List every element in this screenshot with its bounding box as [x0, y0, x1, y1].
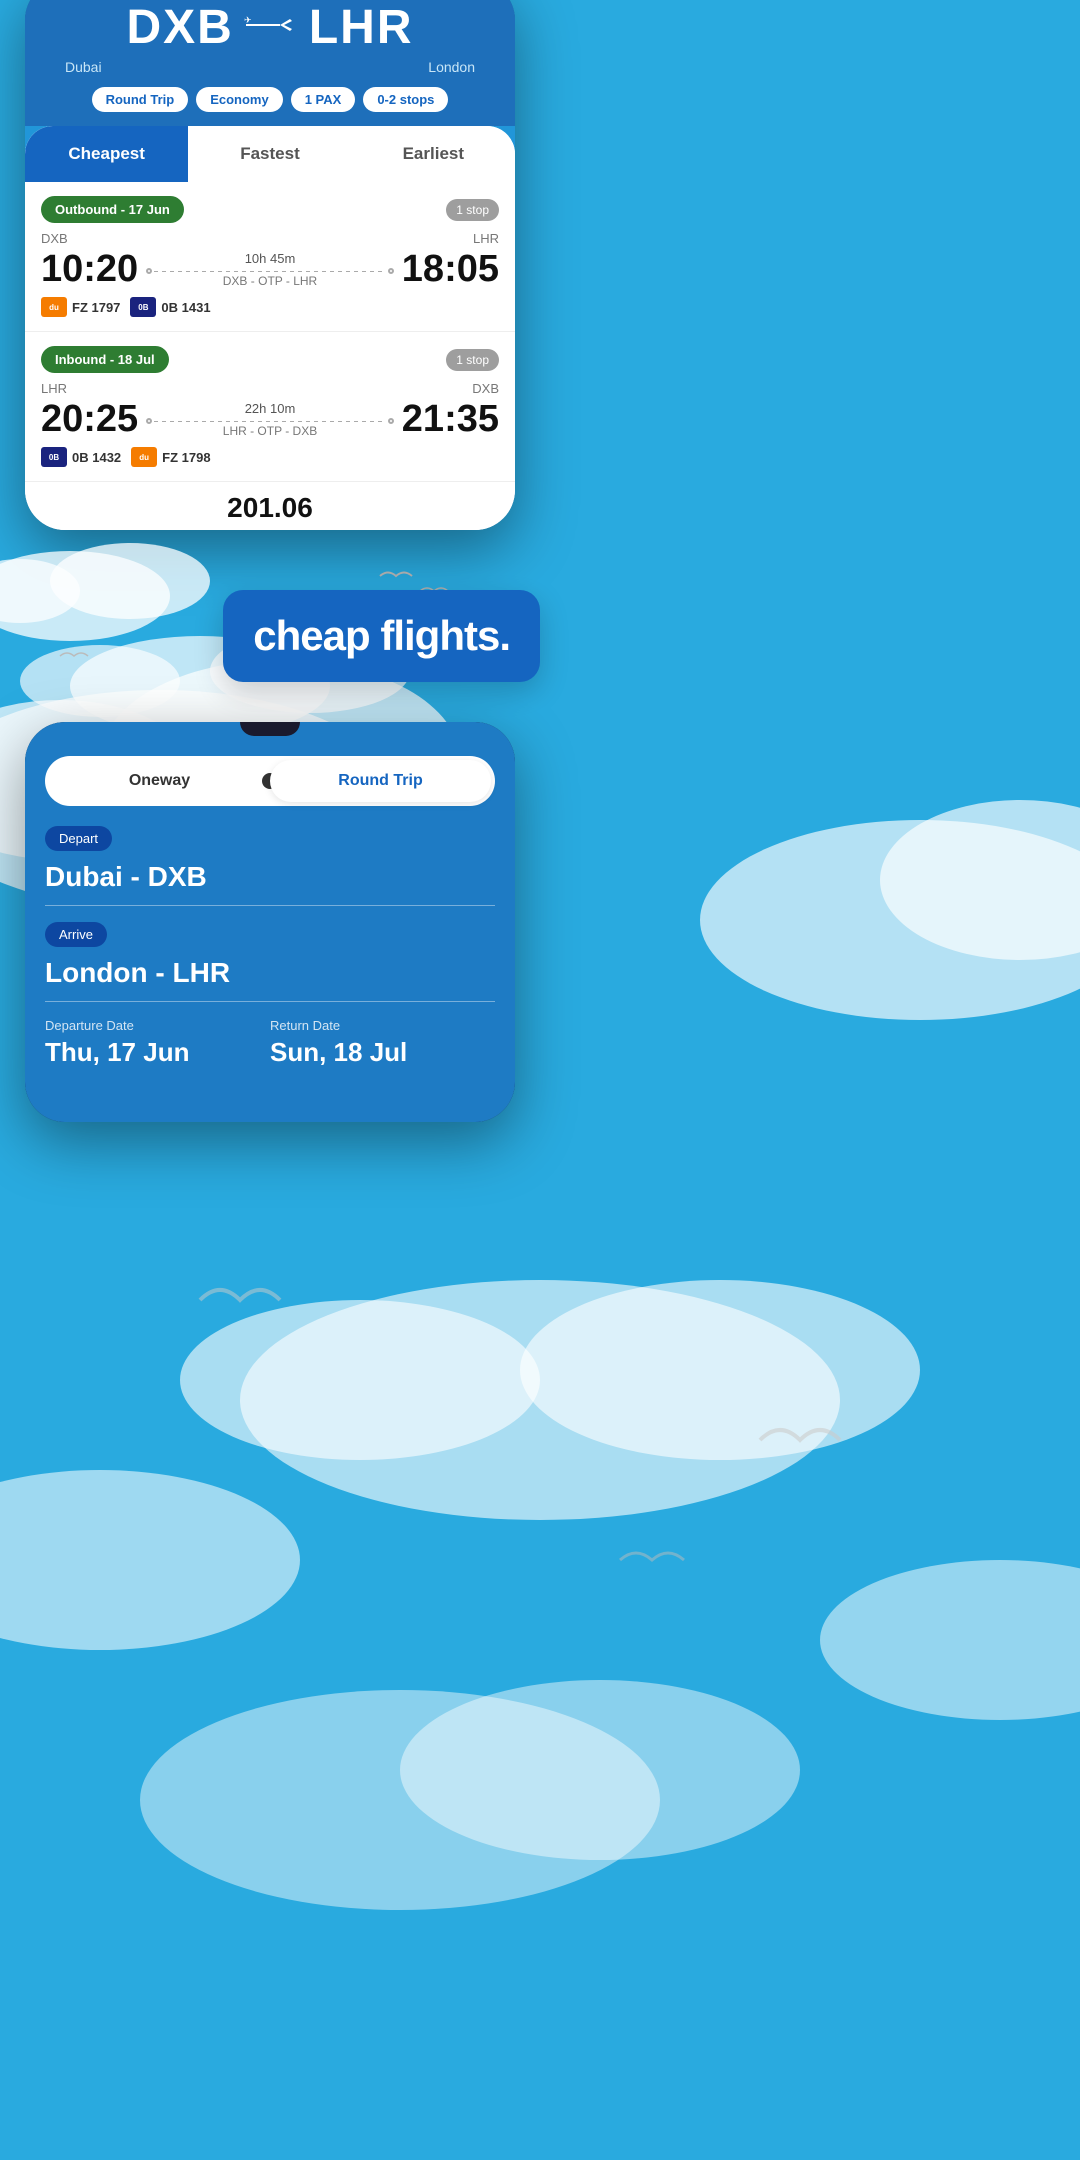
- oneway-option[interactable]: Oneway: [49, 760, 270, 802]
- outbound-stop-badge: 1 stop: [446, 199, 499, 221]
- to-airport-code: LHR: [309, 0, 414, 55]
- inbound-stop-badge: 1 stop: [446, 349, 499, 371]
- outbound-depart-time: 10:20: [41, 248, 138, 291]
- outbound-header: Outbound - 17 Jun 1 stop: [41, 196, 499, 223]
- dates-row: Departure Date Thu, 17 Jun Return Date S…: [45, 1018, 495, 1068]
- price-value: 201.06: [227, 492, 313, 523]
- top-phone-mockup: DXB ✈ LHR Dubai London: [25, 0, 515, 530]
- departure-date-field: Departure Date Thu, 17 Jun: [45, 1018, 270, 1068]
- inbound-airlines: 0B 0B 1432 du FZ 1798: [41, 447, 499, 467]
- inbound-section: Inbound - 18 Jul 1 stop LHR DXB 20:25 22…: [41, 346, 499, 467]
- svg-text:✈: ✈: [244, 15, 252, 25]
- from-airport-code: DXB: [127, 0, 234, 55]
- route-dot-right: [388, 268, 394, 274]
- bottom-phone-mockup: Oneway Round Trip Depart Dubai - DXB Arr…: [25, 722, 515, 1122]
- return-date-label: Return Date: [270, 1018, 495, 1033]
- inbound-airline2-logo: du: [131, 447, 157, 467]
- airline1-logo: du: [41, 297, 67, 317]
- inbound-duration: 22h 10m: [146, 401, 394, 416]
- outbound-airlines: du FZ 1797 0B 0B 1431: [41, 297, 499, 317]
- pax-tag[interactable]: 1 PAX: [291, 87, 356, 112]
- inbound-depart-time: 20:25: [41, 398, 138, 441]
- outbound-times: 10:20 10h 45m DXB - OTP - LHR 18:05: [41, 248, 499, 291]
- tab-earliest[interactable]: Earliest: [352, 126, 515, 182]
- inbound-to-label: DXB: [472, 381, 499, 396]
- inbound-route: LHR DXB: [41, 381, 499, 396]
- inbound-badge: Inbound - 18 Jul: [41, 346, 169, 373]
- inbound-arrive-time: 21:35: [402, 398, 499, 441]
- outbound-airline1: du FZ 1797: [41, 297, 120, 317]
- airport-row: DXB ✈ LHR: [45, 0, 495, 55]
- search-tags: Round Trip Economy 1 PAX 0-2 stops: [45, 87, 495, 126]
- arrive-value[interactable]: London - LHR: [45, 957, 495, 1002]
- inbound-times: 20:25 22h 10m LHR - OTP - DXB 21:35: [41, 398, 499, 441]
- departure-date-value[interactable]: Thu, 17 Jun: [45, 1037, 270, 1068]
- depart-value[interactable]: Dubai - DXB: [45, 861, 495, 906]
- outbound-duration: 10h 45m: [146, 251, 394, 266]
- inbound-route-info: 22h 10m LHR - OTP - DXB: [138, 401, 402, 438]
- inbound-flight2-code: FZ 1798: [162, 450, 210, 465]
- tab-fastest[interactable]: Fastest: [188, 126, 351, 182]
- inbound-airline1: 0B 0B 1432: [41, 447, 121, 467]
- outbound-from-label: DXB: [41, 231, 68, 246]
- to-city: London: [428, 59, 475, 75]
- search-form: Depart Dubai - DXB Arrive London - LHR D…: [25, 806, 515, 1088]
- outbound-to-label: LHR: [473, 231, 499, 246]
- stops-tag[interactable]: 0-2 stops: [363, 87, 448, 112]
- outbound-section: Outbound - 17 Jun 1 stop DXB LHR 10:20 1…: [41, 196, 499, 317]
- phone-notch: [240, 722, 300, 736]
- sort-tabs: Cheapest Fastest Earliest: [25, 126, 515, 182]
- route-dash2: [154, 421, 386, 422]
- outbound-via: DXB - OTP - LHR: [146, 274, 394, 288]
- middle-section: cheap flights.: [0, 530, 540, 722]
- inbound-from-label: LHR: [41, 381, 67, 396]
- inbound-via: LHR - OTP - DXB: [146, 424, 394, 438]
- route-dash: [154, 271, 386, 272]
- inbound-header: Inbound - 18 Jul 1 stop: [41, 346, 499, 373]
- outbound-flight1-code: FZ 1797: [72, 300, 120, 315]
- roundtrip-option[interactable]: Round Trip: [270, 760, 491, 802]
- trip-type-tag[interactable]: Round Trip: [92, 87, 189, 112]
- airline2-logo: 0B: [130, 297, 156, 317]
- outbound-route: DXB LHR: [41, 231, 499, 246]
- results-content: Cheapest Fastest Earliest Outbound - 17 …: [25, 126, 515, 530]
- inbound-airline1-logo: 0B: [41, 447, 67, 467]
- departure-date-label: Departure Date: [45, 1018, 270, 1033]
- outbound-flight2-code: 0B 1431: [161, 300, 210, 315]
- outbound-arrive-time: 18:05: [402, 248, 499, 291]
- depart-label: Depart: [45, 826, 112, 851]
- phone-header: DXB ✈ LHR Dubai London: [25, 0, 515, 126]
- outbound-badge: Outbound - 17 Jun: [41, 196, 184, 223]
- return-date-value[interactable]: Sun, 18 Jul: [270, 1037, 495, 1068]
- from-city: Dubai: [65, 59, 102, 75]
- section-divider: [25, 331, 515, 332]
- tagline-bubble: cheap flights.: [223, 590, 540, 682]
- inbound-flight1-code: 0B 1432: [72, 450, 121, 465]
- trip-type-toggle[interactable]: Oneway Round Trip: [45, 756, 495, 806]
- partial-price: 201.06: [25, 481, 515, 530]
- inbound-airline2: du FZ 1798: [131, 447, 210, 467]
- return-date-field: Return Date Sun, 18 Jul: [270, 1018, 495, 1068]
- cabin-tag[interactable]: Economy: [196, 87, 283, 112]
- outbound-airline2: 0B 0B 1431: [130, 297, 210, 317]
- tagline-text: cheap flights.: [253, 612, 510, 659]
- outbound-route-info: 10h 45m DXB - OTP - LHR: [138, 251, 402, 288]
- tab-cheapest[interactable]: Cheapest: [25, 126, 188, 182]
- arrive-label: Arrive: [45, 922, 107, 947]
- route-dot-right2: [388, 418, 394, 424]
- flight-arrow-icon: ✈: [244, 13, 299, 43]
